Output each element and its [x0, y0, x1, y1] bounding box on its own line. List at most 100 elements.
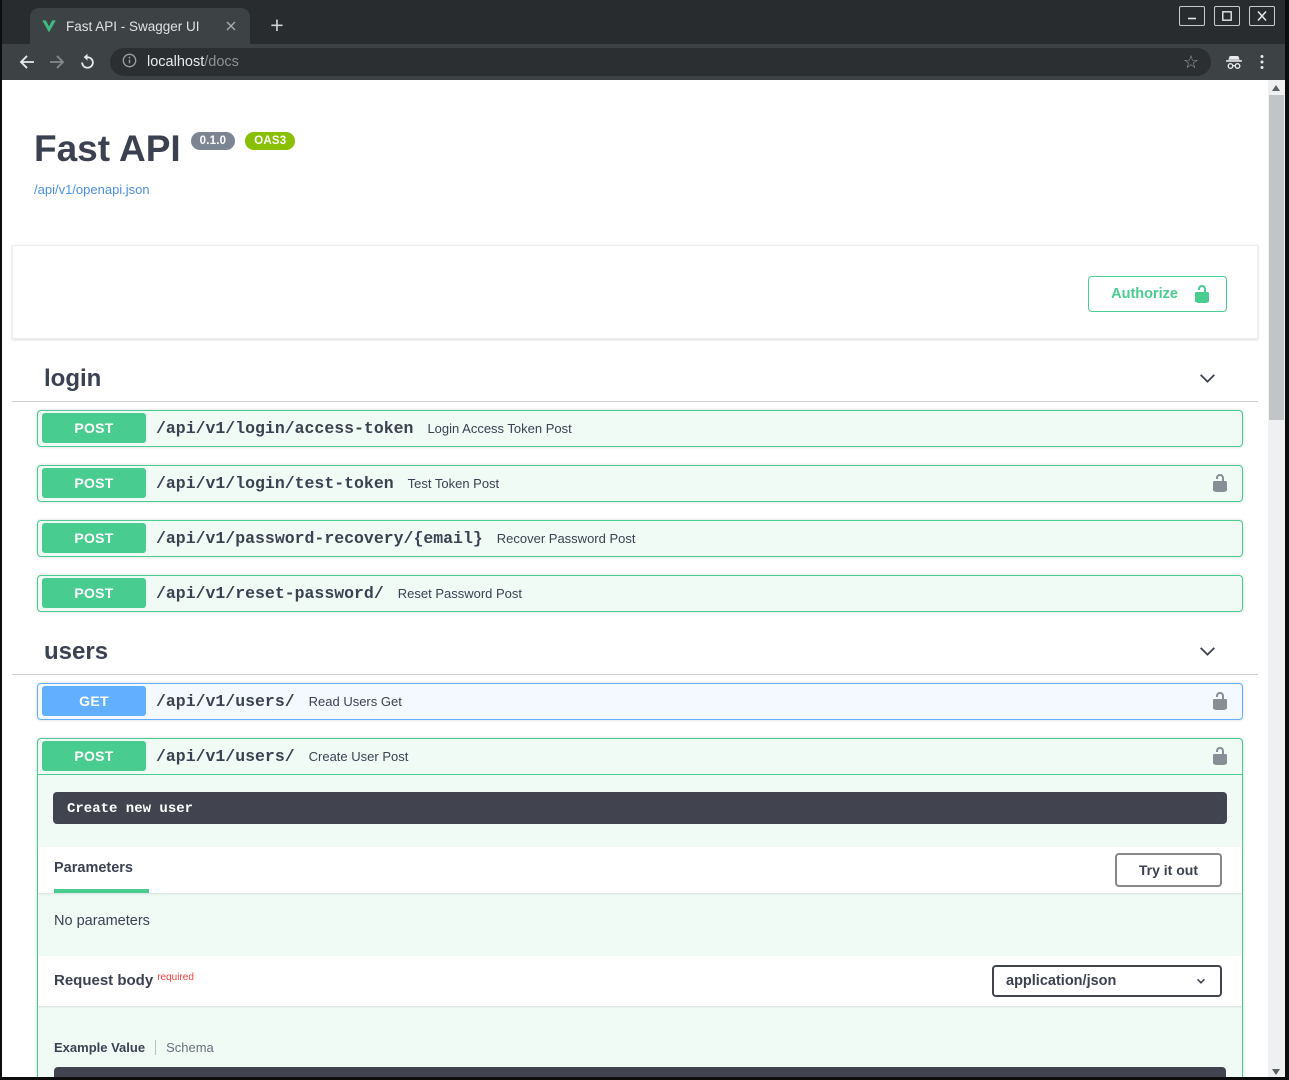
- oas-badge: OAS3: [245, 132, 295, 150]
- endpoint-summary-text: Read Users Get: [309, 694, 402, 709]
- page-scrollbar[interactable]: [1268, 80, 1285, 1080]
- tab-separator: [155, 1040, 156, 1055]
- endpoint-summary-text: Test Token Post: [408, 476, 500, 491]
- swagger-page: Fast API 0.1.0 OAS3 /api/v1/openapi.json…: [2, 80, 1268, 1080]
- required-flag: required: [157, 972, 194, 983]
- tab-schema[interactable]: Schema: [166, 1040, 214, 1055]
- endpoint-post-row: POST/api/v1/login/test-tokenTest Token P…: [37, 465, 1243, 502]
- url-text: localhost/docs: [147, 54, 239, 70]
- chevron-down-icon: [1197, 641, 1218, 662]
- method-badge: POST: [42, 741, 146, 771]
- endpoint-summary[interactable]: POST/api/v1/password-recovery/{email} Rec…: [38, 521, 1242, 556]
- tab-title: Fast API - Swagger UI: [66, 19, 213, 34]
- scheme-container: Authorize: [12, 245, 1258, 339]
- unlocked-padlock-icon: [1210, 473, 1230, 493]
- maximize-button[interactable]: [1214, 6, 1240, 26]
- browser-window: Fast API - Swagger UI +: [0, 0, 1289, 1080]
- endpoint-summary-text: Create User Post: [309, 749, 409, 764]
- bookmark-star-icon[interactable]: ☆: [1183, 53, 1199, 71]
- endpoint-post-row: POST/api/v1/login/access-token Login Acce…: [37, 410, 1243, 447]
- auth-lock-button[interactable]: [1208, 471, 1232, 495]
- request-body-label: Request bodyrequired: [54, 972, 194, 990]
- tab-example-value[interactable]: Example Value: [54, 1040, 145, 1055]
- request-body-header: Request bodyrequired application/json: [38, 956, 1242, 1006]
- media-type-value: application/json: [1006, 973, 1116, 989]
- version-badge: 0.1.0: [191, 132, 236, 150]
- forward-icon[interactable]: [42, 47, 72, 77]
- api-info: Fast API 0.1.0 OAS3 /api/v1/openapi.json: [34, 130, 1258, 199]
- section-title: users: [44, 637, 1197, 667]
- try-it-out-button[interactable]: Try it out: [1115, 853, 1222, 887]
- operation-body: Create new user Parameters Try it out No…: [38, 792, 1242, 1080]
- endpoint-post-row: POST/api/v1/users/Create User Post Creat…: [37, 738, 1243, 1080]
- chevron-down-icon: [1194, 974, 1208, 988]
- browser-titlebar: Fast API - Swagger UI +: [2, 0, 1285, 44]
- unlocked-padlock-icon: [1192, 284, 1212, 304]
- back-icon[interactable]: [12, 47, 42, 77]
- scrollbar-thumb[interactable]: [1269, 95, 1284, 420]
- endpoint-path: /api/v1/users/: [156, 747, 295, 766]
- endpoint-summary-text: Recover Password Post: [497, 531, 636, 546]
- section-header-users[interactable]: users: [12, 630, 1258, 675]
- chevron-down-icon: [1197, 368, 1218, 389]
- no-parameters-text: No parameters: [38, 893, 1242, 956]
- operation-description-text: Create new user: [67, 801, 193, 817]
- section-title: login: [44, 364, 1197, 394]
- authorize-label: Authorize: [1111, 286, 1178, 302]
- auth-lock-button[interactable]: [1208, 689, 1232, 713]
- operation-description: Create new user: [53, 792, 1227, 824]
- unlocked-padlock-icon: [1210, 691, 1230, 711]
- reload-icon[interactable]: [72, 47, 102, 77]
- endpoint-path: /api/v1/password-recovery/{email}: [156, 529, 483, 548]
- endpoint-path: /api/v1/reset-password/: [156, 584, 384, 603]
- endpoint-summary[interactable]: POST/api/v1/login/access-token Login Acce…: [38, 411, 1242, 446]
- auth-lock-button[interactable]: [1208, 744, 1232, 768]
- openapi-spec-link[interactable]: /api/v1/openapi.json: [34, 182, 150, 197]
- tab-parameters[interactable]: Parameters: [54, 847, 149, 893]
- endpoint-path: /api/v1/login/access-token: [156, 419, 413, 438]
- api-title-text: Fast API: [34, 130, 181, 169]
- browser-toolbar: localhost/docs ☆: [2, 44, 1285, 80]
- parameters-header: Parameters Try it out: [38, 847, 1242, 893]
- endpoint-summary-text: Login Access Token Post: [427, 421, 571, 436]
- browser-tab[interactable]: Fast API - Swagger UI: [30, 8, 250, 44]
- example-code-block[interactable]: {: [54, 1067, 1226, 1080]
- endpoint-summary-text: Reset Password Post: [398, 586, 522, 601]
- media-type-select[interactable]: application/json: [992, 965, 1222, 997]
- endpoint-list: GET/api/v1/users/Read Users Get POST/api/…: [37, 683, 1243, 1080]
- window-controls: [1179, 6, 1275, 26]
- method-badge: GET: [42, 686, 146, 716]
- endpoint-post-row: POST/api/v1/password-recovery/{email} Rec…: [37, 520, 1243, 557]
- endpoint-path: /api/v1/users/: [156, 692, 295, 711]
- endpoint-list: POST/api/v1/login/access-token Login Acce…: [37, 410, 1243, 612]
- url-path: /docs: [204, 54, 239, 70]
- method-badge: POST: [42, 578, 146, 608]
- page-title: Fast API 0.1.0 OAS3: [34, 130, 1258, 169]
- method-badge: POST: [42, 413, 146, 443]
- endpoint-post-row: POST/api/v1/reset-password/Reset Passwor…: [37, 575, 1243, 612]
- model-example-tabs: Example Value Schema: [54, 1040, 1226, 1055]
- section-header-login[interactable]: login: [12, 357, 1258, 402]
- minimize-button[interactable]: [1179, 6, 1205, 26]
- endpoint-summary[interactable]: GET/api/v1/users/Read Users Get: [38, 684, 1242, 719]
- incognito-icon: [1219, 47, 1249, 77]
- address-bar[interactable]: localhost/docs ☆: [110, 48, 1211, 76]
- new-tab-button[interactable]: +: [262, 10, 292, 40]
- unlocked-padlock-icon: [1210, 746, 1230, 766]
- endpoint-summary[interactable]: POST/api/v1/login/test-tokenTest Token P…: [38, 466, 1242, 501]
- endpoint-summary[interactable]: POST/api/v1/reset-password/Reset Passwor…: [38, 576, 1242, 611]
- url-host: localhost: [147, 54, 204, 70]
- scrollbar-down-arrow-icon[interactable]: [1272, 1069, 1280, 1075]
- method-badge: POST: [42, 523, 146, 553]
- scrollbar-up-arrow-icon[interactable]: [1272, 85, 1280, 91]
- browser-menu-icon[interactable]: [1249, 49, 1275, 75]
- endpoint-path: /api/v1/login/test-token: [156, 474, 394, 493]
- api-sections: login POST/api/v1/login/access-token Login…: [12, 357, 1258, 1080]
- endpoint-summary[interactable]: POST/api/v1/users/Create User Post: [38, 739, 1242, 775]
- authorize-button[interactable]: Authorize: [1088, 276, 1227, 312]
- site-info-icon[interactable]: [122, 53, 137, 72]
- tab-close-icon[interactable]: [222, 17, 240, 35]
- endpoint-get-row: GET/api/v1/users/Read Users Get: [37, 683, 1243, 720]
- fastapi-favicon-icon: [40, 18, 57, 35]
- close-button[interactable]: [1249, 6, 1275, 26]
